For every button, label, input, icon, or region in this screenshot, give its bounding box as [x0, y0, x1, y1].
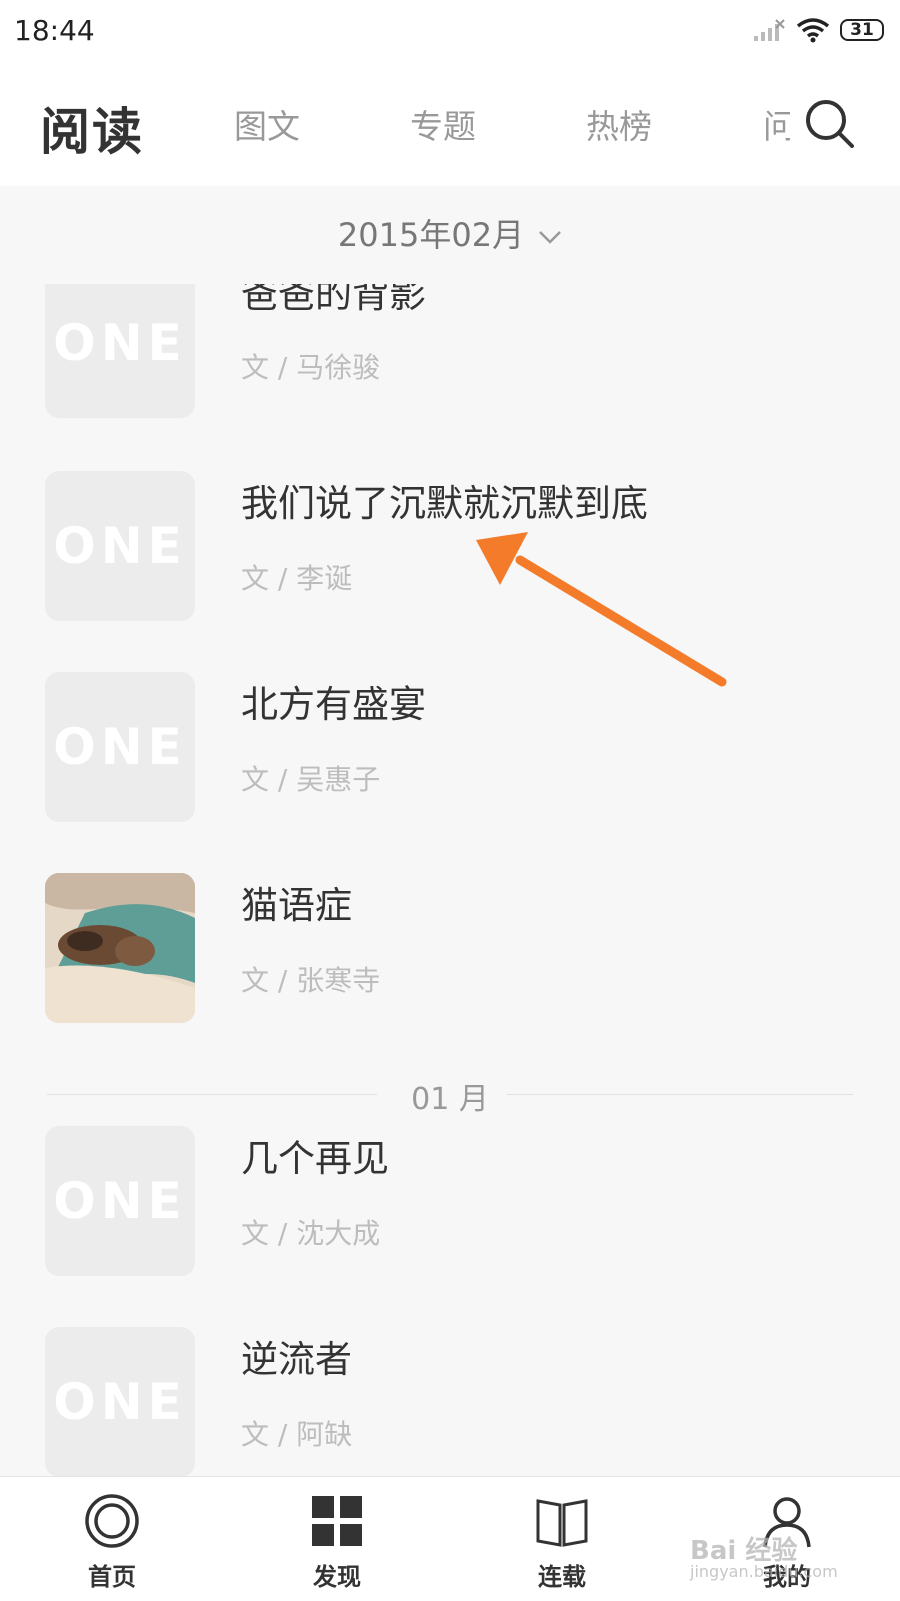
list-item[interactable]: ONE 几个再见 文 / 沈大成	[0, 1126, 900, 1276]
top-header: 阅读 图文 专题 热榜 问	[0, 62, 900, 186]
nav-serial[interactable]: 连载	[487, 1477, 637, 1601]
book-icon	[536, 1499, 588, 1547]
article-author: 文 / 吴惠子	[241, 763, 381, 796]
article-author: 文 / 沈大成	[241, 1217, 381, 1250]
cat-photo	[45, 873, 195, 1023]
article-title: 爸爸的背影	[241, 284, 426, 316]
list-item[interactable]: 猫语症 文 / 张寒寺	[0, 873, 900, 1023]
nav-label: 首页	[88, 1563, 136, 1591]
month-divider: 01 月	[47, 1074, 853, 1117]
one-logo: ONE	[53, 1172, 187, 1230]
grid-icon	[312, 1496, 362, 1546]
status-icons: 31	[752, 14, 884, 46]
chevron-down-icon	[539, 231, 561, 244]
tab-hot-list[interactable]: 热榜	[586, 100, 652, 148]
nav-label: 发现	[313, 1563, 361, 1591]
article-title: 我们说了沉默就沉默到底	[241, 482, 648, 525]
article-author: 文 / 张寒寺	[241, 964, 381, 997]
category-tabs: 图文 专题 热榜 问	[230, 100, 790, 150]
list-item[interactable]: ONE 北方有盛宴 文 / 吴惠子	[0, 672, 900, 822]
article-thumbnail: ONE	[45, 672, 195, 822]
one-logo: ONE	[53, 718, 187, 776]
list-item[interactable]: ONE 爸爸的背影 文 / 马徐骏	[0, 284, 900, 418]
article-thumbnail: ONE	[45, 1126, 195, 1276]
list-item[interactable]: ONE 逆流者 文 / 阿缺	[0, 1327, 900, 1476]
article-thumbnail: ONE	[45, 284, 195, 418]
watermark-url: jingyan.baidu.com	[690, 1562, 838, 1581]
article-list: ONE 爸爸的背影 文 / 马徐骏 ONE 我们说了沉默就沉默到底 文 / 李诞…	[0, 284, 900, 1476]
article-thumbnail-cat-photo	[45, 873, 195, 1023]
wifi-icon	[796, 18, 830, 43]
month-selector-label: 2015年02月	[337, 216, 525, 254]
tab-qa[interactable]: 问	[763, 100, 790, 148]
search-icon[interactable]	[802, 96, 858, 152]
tab-graphic[interactable]: 图文	[234, 100, 300, 148]
article-thumbnail: ONE	[45, 1327, 195, 1476]
status-time: 18:44	[14, 14, 95, 47]
list-item[interactable]: ONE 我们说了沉默就沉默到底 文 / 李诞	[0, 471, 900, 621]
article-author: 文 / 马徐骏	[241, 351, 381, 384]
nav-home[interactable]: 首页	[37, 1477, 187, 1601]
article-author: 文 / 阿缺	[241, 1418, 353, 1451]
one-logo: ONE	[53, 1373, 187, 1431]
month-divider-label: 01 月	[411, 1082, 489, 1117]
battery-indicator: 31	[840, 19, 884, 41]
article-title: 逆流者	[241, 1338, 352, 1381]
month-selector[interactable]: 2015年02月	[0, 210, 900, 256]
article-thumbnail: ONE	[45, 471, 195, 621]
signal-icon	[754, 19, 785, 41]
nav-discover[interactable]: 发现	[262, 1477, 412, 1601]
one-logo: ONE	[53, 314, 187, 372]
one-logo: ONE	[53, 517, 187, 575]
status-bar: 18:44 31	[0, 0, 900, 62]
page-title: 阅读	[40, 103, 144, 161]
article-title: 猫语症	[241, 884, 352, 927]
home-circle-icon	[85, 1494, 139, 1548]
article-title: 北方有盛宴	[241, 683, 426, 726]
article-title: 几个再见	[241, 1137, 389, 1180]
tab-topic[interactable]: 专题	[410, 100, 476, 148]
nav-label: 连载	[538, 1563, 586, 1591]
article-author: 文 / 李诞	[241, 562, 353, 595]
